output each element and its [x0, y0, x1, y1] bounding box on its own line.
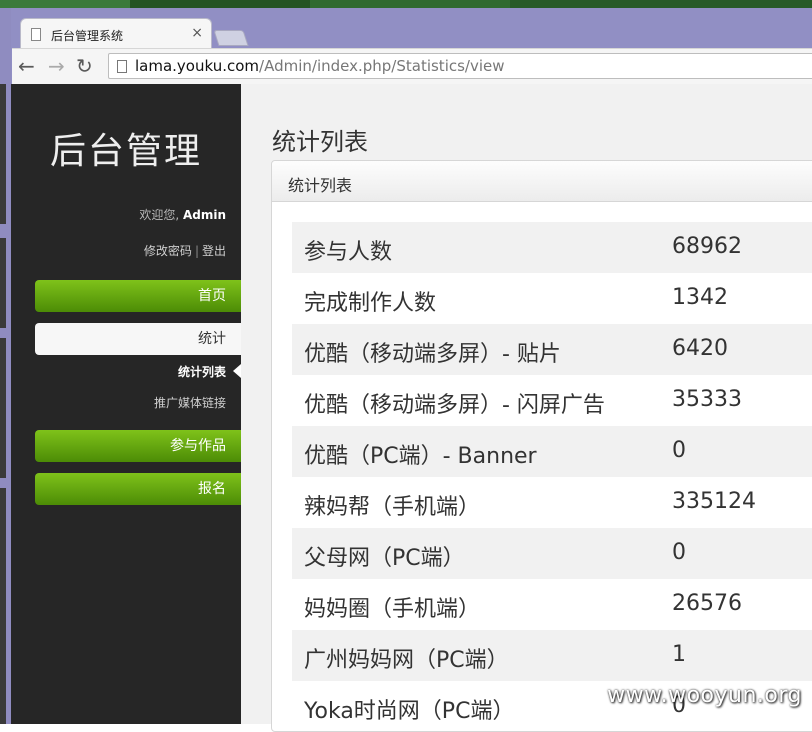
reload-icon[interactable]: ↻: [76, 54, 93, 78]
stat-value: 6420: [672, 336, 728, 361]
brand-title: 后台管理: [49, 131, 202, 172]
username: Admin: [182, 208, 226, 222]
stat-value: 35333: [672, 387, 742, 412]
stat-label: Yoka时尚网（PC端）: [304, 699, 515, 724]
sub-statistics-list[interactable]: 统计列表: [178, 363, 226, 380]
stat-label: 优酷（移动端多屏）- 闪屏广告: [304, 393, 605, 418]
stat-value: 1: [672, 642, 686, 667]
logout-link[interactable]: 登出: [202, 244, 226, 258]
stat-label: 参与人数: [304, 240, 393, 265]
table-row: 父母网（PC端） 0: [292, 528, 812, 579]
url-text[interactable]: lama.youku.com/Admin/index.php/Statistic…: [135, 57, 505, 75]
account-links: 修改密码 | 登出: [143, 244, 226, 258]
table-row: 完成制作人数 1342: [292, 273, 812, 324]
table-row: 参与人数 68962: [292, 222, 812, 273]
stat-value: 0: [672, 438, 686, 463]
nav-statistics[interactable]: 统计: [35, 323, 241, 355]
stat-label: 优酷（移动端多屏）- 贴片: [304, 342, 561, 367]
watermark: www.wooyun.org: [607, 683, 802, 708]
table-row: 广州妈妈网（PC端） 1: [292, 630, 812, 681]
stat-value: 1342: [672, 285, 728, 310]
nav-home[interactable]: 首页: [35, 280, 241, 312]
nav-entries[interactable]: 参与作品: [35, 430, 241, 462]
new-tab-button[interactable]: [213, 30, 249, 46]
stat-value: 335124: [672, 489, 756, 514]
stat-label: 父母网（PC端）: [304, 546, 465, 571]
browser-tab[interactable]: 后台管理系统 ×: [20, 18, 212, 49]
nav-signup[interactable]: 报名: [35, 473, 241, 505]
os-taskbar: [0, 0, 812, 8]
change-password-link[interactable]: 修改密码: [144, 244, 192, 258]
stat-label: 完成制作人数: [304, 291, 437, 316]
table-row: 妈妈圈（手机端） 26576: [292, 579, 812, 630]
welcome-text: 欢迎您, Admin: [139, 208, 226, 222]
stat-label: 优酷（PC端）- Banner: [304, 444, 537, 469]
stat-value: 26576: [672, 591, 742, 616]
stat-label: 妈妈圈（手机端）: [304, 597, 481, 622]
stat-value: 0: [672, 540, 686, 565]
table-row: 优酷（移动端多屏）- 闪屏广告 35333: [292, 375, 812, 426]
stat-label: 辣妈帮（手机端）: [304, 495, 481, 520]
sub-promo-links[interactable]: 推广媒体链接: [154, 394, 226, 411]
main-content: 统计列表 统计列表 参与人数 68962 完成制作人数 1342 优酷（移动端多屏）…: [241, 84, 812, 732]
table-row: 优酷（移动端多屏）- 贴片 6420: [292, 324, 812, 375]
stats-table: 参与人数 68962 完成制作人数 1342 优酷（移动端多屏）- 贴片 6420 优…: [292, 222, 812, 732]
address-bar[interactable]: lama.youku.com/Admin/index.php/Statistic…: [108, 53, 812, 79]
sidebar: 后台管理 欢迎您, Admin 修改密码 | 登出 首页 统计 统计列表 推广媒体链…: [11, 84, 241, 724]
panel-title: 统计列表: [288, 176, 353, 195]
tab-title: 后台管理系统: [51, 29, 124, 43]
browser-toolbar: ← → ↻ lama.youku.com/Admin/index.php/Sta…: [12, 48, 812, 85]
active-pointer: [233, 364, 241, 378]
page-title: 统计列表: [272, 128, 368, 156]
stat-value: 68962: [672, 234, 742, 259]
close-icon[interactable]: ×: [191, 25, 203, 41]
forward-icon[interactable]: →: [48, 54, 65, 78]
page-icon: [31, 28, 41, 41]
page-icon: [117, 60, 127, 73]
back-icon[interactable]: ←: [18, 54, 35, 78]
panel-header: 统计列表: [272, 161, 812, 202]
background-window-edge: [0, 8, 11, 724]
stat-label: 广州妈妈网（PC端）: [304, 648, 509, 673]
table-row: 优酷（PC端）- Banner 0: [292, 426, 812, 477]
table-row: 辣妈帮（手机端） 335124: [292, 477, 812, 528]
